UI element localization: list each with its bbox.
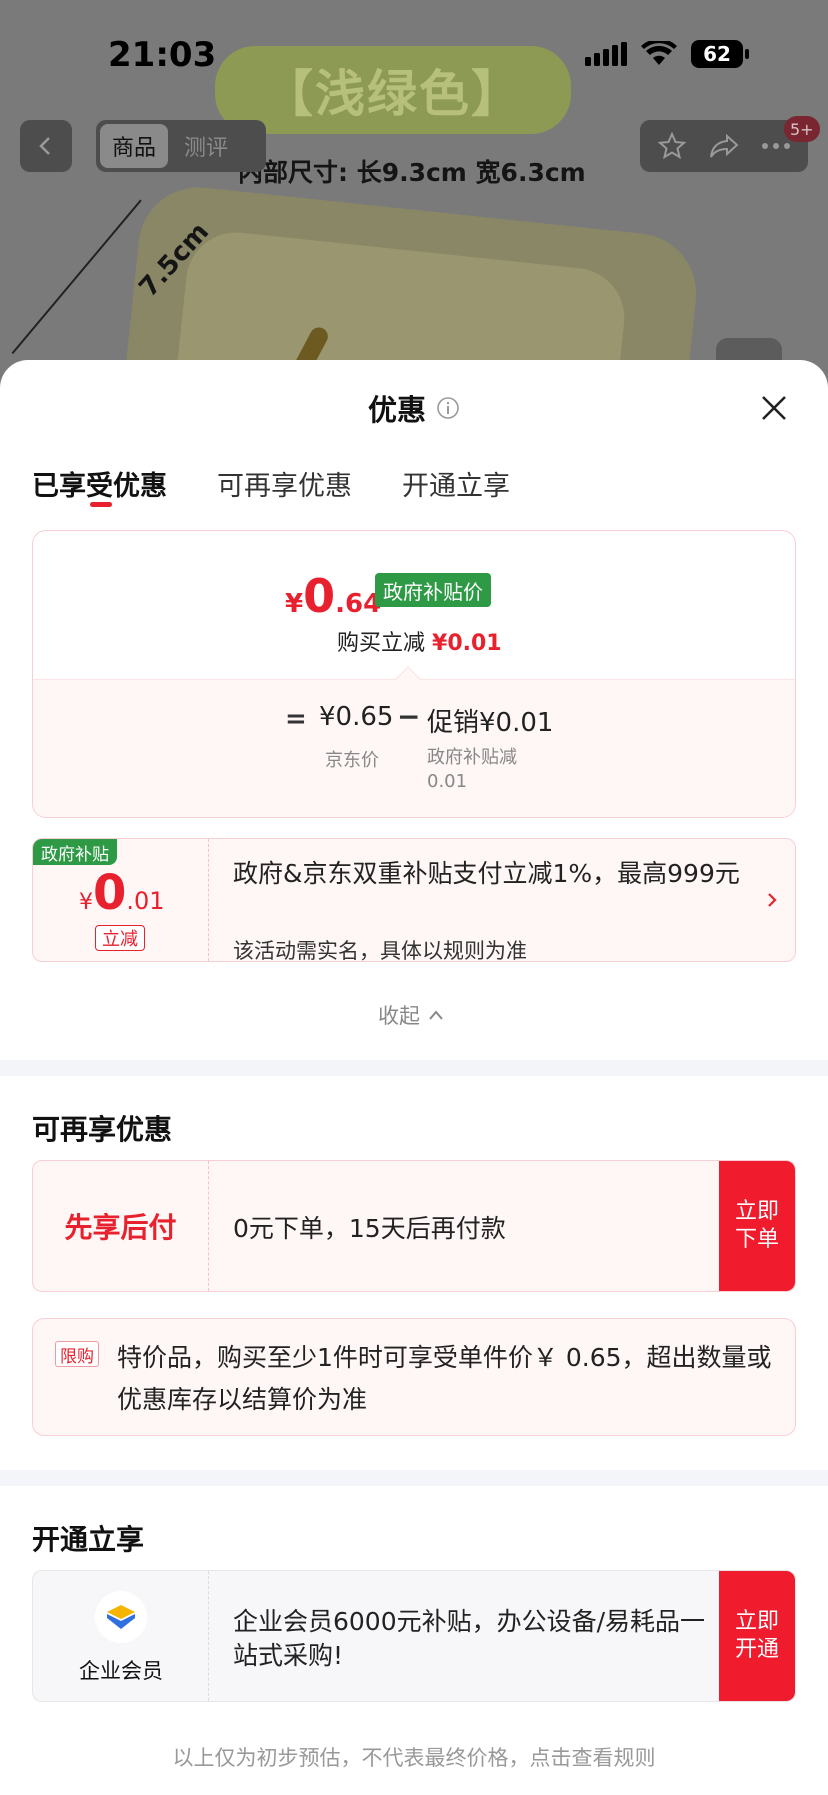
reduce-value: ¥0.01 [432, 631, 502, 656]
limit-tag: 限购 [55, 1341, 99, 1367]
sheet-title: 优惠 [367, 393, 426, 427]
footer-rules-link[interactable]: 以上仅为初步预估，不代表最终价格，点击查看规则 [0, 1742, 828, 1772]
pay-later-label: 先享后付 [33, 1161, 209, 1291]
color-banner-text: 【浅绿色】 [263, 65, 523, 123]
tab-review[interactable]: 测评 [172, 124, 240, 168]
coupon-amount: ¥ 0 .01 [79, 865, 165, 921]
collapse-button[interactable]: 收起 [378, 1000, 444, 1030]
nav-actions [640, 120, 808, 172]
enterprise-member-card: 企业会员 企业会员6000元补贴，办公设备/易耗品一站式采购! 立即开通 [32, 1570, 796, 1702]
price-formula: = ¥0.65 京东价 − 促销¥0.01 政府补贴减0.01 [33, 679, 795, 817]
signal-icon [585, 42, 627, 66]
coupon-value-area: 政府补贴 ¥ 0 .01 立减 [33, 839, 209, 961]
info-icon[interactable] [436, 396, 460, 420]
minus-sign: − [397, 700, 421, 733]
tab-enjoyed[interactable]: 已享受优惠 [32, 456, 167, 507]
enterprise-description: 企业会员6000元补贴，办公设备/易耗品一站式采购! [233, 1607, 706, 1670]
coupon-currency: ¥ [79, 890, 93, 915]
measure-line [11, 199, 142, 354]
enterprise-logo-icon [95, 1591, 147, 1643]
open-benefit-title: 开通立享 [32, 1523, 145, 1556]
status-time: 21:03 [108, 35, 217, 75]
chevron-up-icon [429, 1010, 443, 1020]
sheet-header: 优惠 [0, 360, 828, 456]
section-divider [0, 1060, 828, 1076]
gov-subsidy-price-tag: 政府补贴价 [375, 573, 491, 607]
inner-size-text: 内部尺寸: 长9.3cm 宽6.3cm [238, 158, 586, 187]
instant-reduce: 购买立减 ¥0.01 [337, 625, 502, 657]
price-integer: 0 [303, 569, 336, 623]
more-discount-title: 可再享优惠 [32, 1113, 173, 1146]
section-divider [0, 1470, 828, 1486]
order-now-button[interactable]: 立即下单 [719, 1161, 795, 1291]
wifi-icon [641, 41, 677, 65]
coupon-description: 政府&京东双重补贴支付立减1%，最高999元 [233, 859, 740, 888]
status-icons: 62 [585, 40, 749, 68]
product-tabs: 商品 测评 [96, 120, 266, 172]
order-now-label: 立即下单 [734, 1199, 779, 1252]
open-now-label: 立即开通 [734, 1609, 779, 1662]
jd-price: ¥0.65 [319, 702, 394, 732]
coupon-amount-decimal: .01 [126, 887, 165, 915]
collapse-label: 收起 [378, 1004, 420, 1028]
chevron-right-icon[interactable] [763, 891, 781, 909]
enterprise-label: 企业会员 [79, 1659, 163, 1683]
jd-price-label: 京东价 [325, 750, 379, 771]
tab-product[interactable]: 商品 [100, 124, 169, 168]
promo-value: 促销¥0.01 [427, 708, 554, 738]
price-summary: ¥ 0 .64 政府补贴价 购买立减 ¥0.01 [33, 531, 795, 679]
price-breakdown-card: ¥ 0 .64 政府补贴价 购买立减 ¥0.01 = ¥0.65 京东价 − 促… [32, 530, 796, 818]
more-icon[interactable] [761, 142, 791, 150]
currency-symbol: ¥ [285, 589, 304, 619]
close-icon[interactable] [760, 394, 788, 422]
promo-label: 政府补贴减0.01 [427, 747, 517, 792]
color-banner: 【浅绿色】 [215, 46, 571, 134]
final-price: ¥ 0 .64 [285, 569, 381, 623]
pay-later-description: 0元下单，15天后再付款 [233, 1214, 506, 1243]
discount-sheet: 优惠 已享受优惠 可再享优惠 开通立享 ¥ 0 .64 政府补贴价 购买立减 ¥… [0, 360, 828, 1795]
gov-subsidy-tag: 政府补贴 [33, 839, 117, 865]
coupon-amount-integer: 0 [93, 865, 127, 921]
open-now-button[interactable]: 立即开通 [719, 1571, 795, 1701]
back-button[interactable] [20, 120, 72, 172]
gov-subsidy-coupon[interactable]: 政府补贴 ¥ 0 .01 立减 政府&京东双重补贴支付立减1%，最高999元 该… [32, 838, 796, 962]
enterprise-logo-area: 企业会员 [33, 1571, 209, 1701]
share-icon[interactable] [708, 131, 740, 161]
reduce-label: 购买立减 [337, 631, 426, 656]
discount-tabs: 已享受优惠 可再享优惠 开通立享 [0, 456, 828, 520]
coupon-note: 该活动需实名，具体以规则为准 [233, 939, 527, 962]
star-icon[interactable] [657, 131, 687, 161]
back-icon [39, 137, 50, 155]
purchase-limit-note: 限购 特价品，购买至少1件时可享受单件价￥ 0.65，超出数量或优惠库存以结算价… [32, 1318, 796, 1436]
tab-open[interactable]: 开通立享 [402, 456, 510, 503]
tab-more[interactable]: 可再享优惠 [217, 456, 352, 503]
instant-reduce-badge: 立减 [95, 925, 145, 951]
equals-sign: = [285, 704, 307, 734]
limit-text: 特价品，购买至少1件时可享受单件价￥ 0.65，超出数量或优惠库存以结算价为准 [117, 1343, 772, 1414]
battery-icon: 62 [691, 40, 749, 68]
pay-later-card: 先享后付 0元下单，15天后再付款 立即下单 [32, 1160, 796, 1292]
message-badge: 5+ [784, 116, 820, 142]
